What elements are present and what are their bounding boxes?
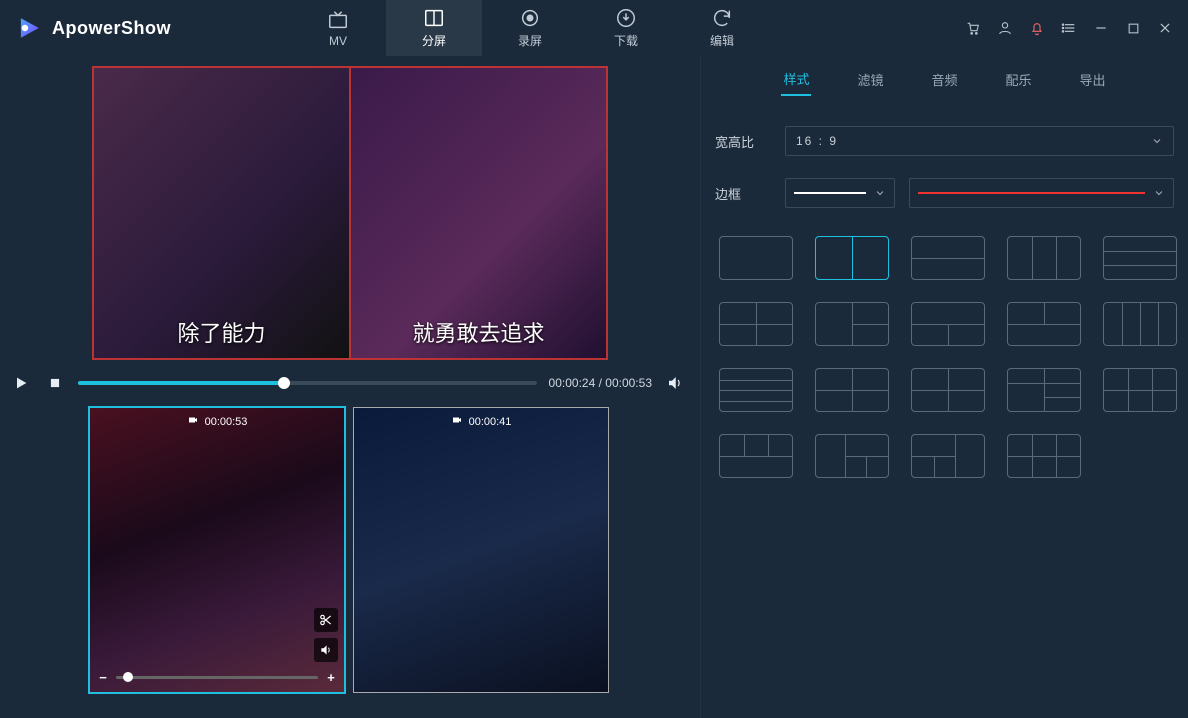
time-current: 00:00:24 xyxy=(549,376,596,390)
volume-button[interactable] xyxy=(664,372,686,394)
layout-mix-a[interactable] xyxy=(815,368,889,412)
nav-mv[interactable]: MV xyxy=(290,0,386,56)
subtitle-left: 除了能力 xyxy=(94,316,349,348)
zoom-out-button[interactable]: − xyxy=(96,670,110,684)
app-name: ApowerShow xyxy=(52,18,171,39)
nav-download[interactable]: 下载 xyxy=(578,0,674,56)
bell-icon[interactable] xyxy=(1028,19,1046,37)
tv-icon xyxy=(327,9,349,31)
tab-filter[interactable]: 滤镜 xyxy=(855,64,885,95)
layout-3x1[interactable] xyxy=(1103,236,1177,280)
layout-2x1[interactable] xyxy=(911,236,985,280)
split-preview: 除了能力 就勇敢去追求 xyxy=(92,66,608,360)
layout-1-2[interactable] xyxy=(815,302,889,346)
user-icon[interactable] xyxy=(996,19,1014,37)
close-button[interactable] xyxy=(1156,19,1174,37)
tab-bgm[interactable]: 配乐 xyxy=(1004,64,1034,95)
time-display: 00:00:24 / 00:00:53 xyxy=(549,376,652,390)
seek-slider[interactable] xyxy=(78,381,537,385)
camera-icon xyxy=(451,414,463,429)
audio-button[interactable] xyxy=(314,638,338,662)
color-preview xyxy=(918,192,1145,194)
chevron-down-icon xyxy=(874,187,886,199)
layout-1x2[interactable] xyxy=(815,236,889,280)
minimize-button[interactable] xyxy=(1092,19,1110,37)
clip-duration: 00:00:41 xyxy=(469,416,512,428)
camera-icon xyxy=(187,414,199,429)
layout-1left-grid[interactable] xyxy=(815,434,889,478)
aspect-value: 16 : 9 xyxy=(796,134,838,148)
cut-button[interactable] xyxy=(314,608,338,632)
tab-style[interactable]: 样式 xyxy=(781,63,811,96)
record-icon xyxy=(519,7,541,29)
nav-label: 录屏 xyxy=(518,32,542,49)
main-nav: MV 分屏 录屏 下载 编辑 xyxy=(290,0,770,56)
clip-thumbnail xyxy=(354,408,608,692)
border-thickness-select[interactable] xyxy=(785,178,895,208)
clip-item[interactable]: 00:00:41 xyxy=(354,408,608,692)
grid-icon xyxy=(423,7,445,29)
app-logo-icon xyxy=(16,15,42,41)
aspect-select[interactable]: 16 : 9 xyxy=(785,126,1174,156)
zoom-in-button[interactable]: + xyxy=(324,670,338,684)
border-color-select[interactable] xyxy=(909,178,1174,208)
maximize-button[interactable] xyxy=(1124,19,1142,37)
preview-cell-right[interactable]: 就勇敢去追求 xyxy=(349,68,606,358)
preview-cell-left[interactable]: 除了能力 xyxy=(94,68,349,358)
layout-1x4[interactable] xyxy=(1103,302,1177,346)
layout-1x3[interactable] xyxy=(1007,236,1081,280)
clip-meta: 00:00:41 xyxy=(354,414,608,429)
nav-record[interactable]: 录屏 xyxy=(482,0,578,56)
layout-3x2[interactable] xyxy=(1007,434,1081,478)
settings-panel: 样式 滤镜 音频 配乐 导出 宽高比 16 : 9 边框 xyxy=(700,56,1188,718)
play-button[interactable] xyxy=(10,372,32,394)
clip-tray: 00:00:53 − + 00:00:41 xyxy=(0,408,700,692)
nav-edit[interactable]: 编辑 xyxy=(674,0,770,56)
app-logo: ApowerShow xyxy=(0,15,270,41)
layout-mix-b[interactable] xyxy=(911,368,985,412)
layout-1x1[interactable] xyxy=(719,236,793,280)
layout-2x3[interactable] xyxy=(1103,368,1177,412)
thickness-preview xyxy=(794,192,866,194)
subtitle-right: 就勇敢去追求 xyxy=(351,316,606,348)
layout-4x1[interactable] xyxy=(719,368,793,412)
download-icon xyxy=(615,7,637,29)
layout-3top-1bot[interactable] xyxy=(719,434,793,478)
zoom-slider[interactable]: − + xyxy=(96,668,338,686)
tab-audio[interactable]: 音频 xyxy=(929,64,959,95)
clip-thumbnail xyxy=(90,408,344,692)
title-bar: ApowerShow MV 分屏 录屏 下载 编辑 xyxy=(0,0,1188,56)
border-label: 边框 xyxy=(715,184,771,203)
aspect-label: 宽高比 xyxy=(715,132,771,151)
layout-1top-2bot[interactable] xyxy=(911,302,985,346)
layout-grid-1right[interactable] xyxy=(911,434,985,478)
time-total: 00:00:53 xyxy=(605,376,652,390)
nav-split[interactable]: 分屏 xyxy=(386,0,482,56)
clip-meta: 00:00:53 xyxy=(90,414,344,429)
refresh-icon xyxy=(711,7,733,29)
menu-icon[interactable] xyxy=(1060,19,1078,37)
panel-tabs: 样式 滤镜 音频 配乐 导出 xyxy=(715,56,1174,104)
nav-label: MV xyxy=(329,34,347,48)
clip-duration: 00:00:53 xyxy=(205,416,248,428)
nav-label: 编辑 xyxy=(710,32,734,49)
nav-label: 分屏 xyxy=(422,32,446,49)
layout-2top-1bot[interactable] xyxy=(1007,302,1081,346)
cart-icon[interactable] xyxy=(964,19,982,37)
chevron-down-icon xyxy=(1151,135,1163,147)
layout-2x2[interactable] xyxy=(719,302,793,346)
stop-button[interactable] xyxy=(44,372,66,394)
window-controls xyxy=(964,19,1188,37)
playback-bar: 00:00:24 / 00:00:53 xyxy=(0,360,700,408)
layout-mix-c[interactable] xyxy=(1007,368,1081,412)
clip-item[interactable]: 00:00:53 − + xyxy=(90,408,344,692)
tab-export[interactable]: 导出 xyxy=(1078,64,1108,95)
nav-label: 下载 xyxy=(614,32,638,49)
chevron-down-icon xyxy=(1153,187,1165,199)
layout-grid xyxy=(715,236,1174,478)
